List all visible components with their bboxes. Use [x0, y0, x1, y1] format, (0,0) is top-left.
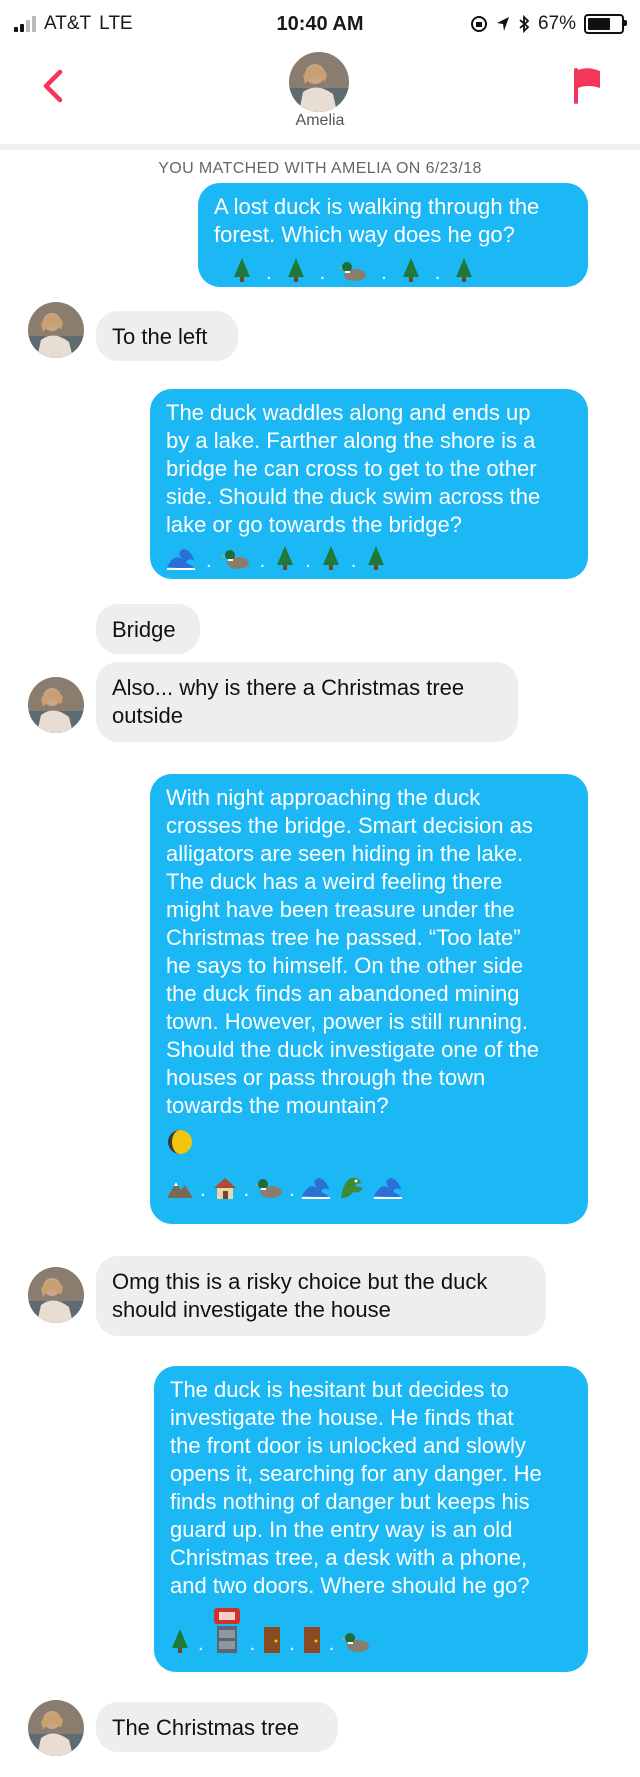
received-message[interactable]: To the left: [96, 311, 238, 361]
status-bar: AT&T LTE 10:40 AM 67%: [0, 0, 640, 46]
message-text: might have been treasure under the: [166, 897, 515, 922]
bluetooth-icon: [519, 15, 530, 33]
report-flag-button[interactable]: [570, 64, 604, 108]
message-text: forest. Which way does he go?: [214, 222, 515, 247]
message-text: The duck has a weird feeling there: [166, 869, 503, 894]
message-text: should investigate the house: [112, 1297, 391, 1322]
message-text: investigate the house. He finds that: [170, 1405, 514, 1430]
message-text: Bridge: [112, 617, 176, 642]
message-text: opens it, searching for any danger. He: [170, 1461, 542, 1486]
message-text: the duck finds an abandoned mining: [166, 981, 520, 1006]
wave-icon: [167, 549, 195, 570]
amelia-avatar[interactable]: [28, 677, 84, 733]
message-text: town. However, power is still running.: [166, 1009, 528, 1034]
amelia-avatar[interactable]: [28, 1700, 84, 1756]
orientation-lock-icon: [470, 16, 487, 32]
message-text: finds nothing of danger but keeps his: [170, 1489, 530, 1514]
match-name: Amelia: [295, 112, 345, 129]
message-text: To the left: [112, 324, 208, 349]
message-text: towards the mountain?: [166, 1093, 389, 1118]
tree-icon: [287, 258, 304, 282]
crocodile-icon: [340, 1177, 363, 1198]
sent-message[interactable]: The duck waddles along and ends up by a …: [150, 389, 588, 579]
sent-message[interactable]: The duck is hesitant but decides to inve…: [154, 1366, 588, 1672]
message-text: by a lake. Farther along the shore is a: [166, 428, 536, 453]
duck-icon: [255, 1179, 283, 1198]
message-text: crosses the bridge. Smart decision as: [166, 813, 533, 838]
message-text: houses or pass through the town: [166, 1065, 486, 1090]
message-text: Also... why is there a Christmas tree: [112, 675, 465, 700]
duck-icon: [342, 1633, 370, 1652]
message-text: guard up. In the entry way is an old: [170, 1517, 513, 1542]
moon-icon: [168, 1130, 192, 1154]
status-right: 67%: [470, 13, 627, 35]
sent-message[interactable]: With night approaching the duck crosses …: [150, 774, 588, 1224]
battery-percent: 67%: [537, 13, 576, 34]
message-text: The Christmas tree: [112, 1715, 300, 1740]
phone-desk-icon: [213, 1608, 240, 1653]
tree-icon: [368, 546, 385, 570]
received-message[interactable]: Omg this is a risky choice but the duck …: [96, 1256, 546, 1336]
message-text: A lost duck is walking through the: [214, 194, 540, 219]
battery-icon: [584, 14, 627, 34]
message-text: outside: [112, 703, 183, 728]
door-icon: [264, 1627, 281, 1653]
tree-icon: [172, 1629, 188, 1653]
message-text: alligators are seen hiding in the lake.: [166, 841, 524, 866]
message-text: lake or go towards the bridge?: [166, 512, 462, 537]
message-text: The duck is hesitant but decides to: [170, 1377, 509, 1402]
message-text: The duck waddles along and ends up: [166, 400, 531, 425]
chat-header: Amelia: [0, 46, 640, 150]
house-icon: [213, 1178, 236, 1199]
door-icon: [303, 1627, 320, 1653]
message-text: Omg this is a risky choice but the duck: [112, 1269, 488, 1294]
wave-icon: [301, 1178, 330, 1199]
match-avatar[interactable]: [289, 52, 349, 112]
tree-icon: [277, 546, 294, 570]
duck-icon: [339, 262, 367, 281]
back-button[interactable]: [38, 66, 68, 106]
tree-icon: [456, 258, 473, 282]
mountain-icon: [167, 1182, 193, 1198]
message-text: and two doors. Where should he go?: [170, 1573, 530, 1598]
wave-icon: [373, 1178, 402, 1199]
message-text: With night approaching the duck: [166, 785, 481, 810]
message-text: Should the duck investigate one of the: [166, 1037, 540, 1062]
match-note: YOU MATCHED WITH AMELIA ON 6/23/18: [158, 160, 482, 177]
received-message[interactable]: Bridge: [96, 604, 200, 654]
sent-message[interactable]: A lost duck is walking through the fores…: [198, 183, 588, 287]
message-text: Christmas tree, a desk with a phone,: [170, 1545, 528, 1570]
tree-icon: [402, 258, 419, 282]
tree-icon: [234, 258, 250, 282]
message-text: the front door is unlocked and slowly: [170, 1433, 526, 1458]
message-text: side. Should the duck swim across the: [166, 484, 541, 509]
duck-icon: [221, 550, 249, 569]
received-message[interactable]: Also... why is there a Christmas tree ou…: [96, 662, 518, 742]
received-message[interactable]: The Christmas tree: [96, 1702, 338, 1752]
location-icon: [496, 17, 509, 31]
message-text: Christmas tree he passed. “Too late”: [166, 925, 521, 950]
amelia-avatar[interactable]: [28, 302, 84, 358]
amelia-avatar[interactable]: [28, 1267, 84, 1323]
tree-icon: [322, 546, 339, 570]
message-text: he says to himself. On the other side: [166, 953, 524, 978]
message-text: bridge he can cross to get to the other: [166, 456, 537, 481]
